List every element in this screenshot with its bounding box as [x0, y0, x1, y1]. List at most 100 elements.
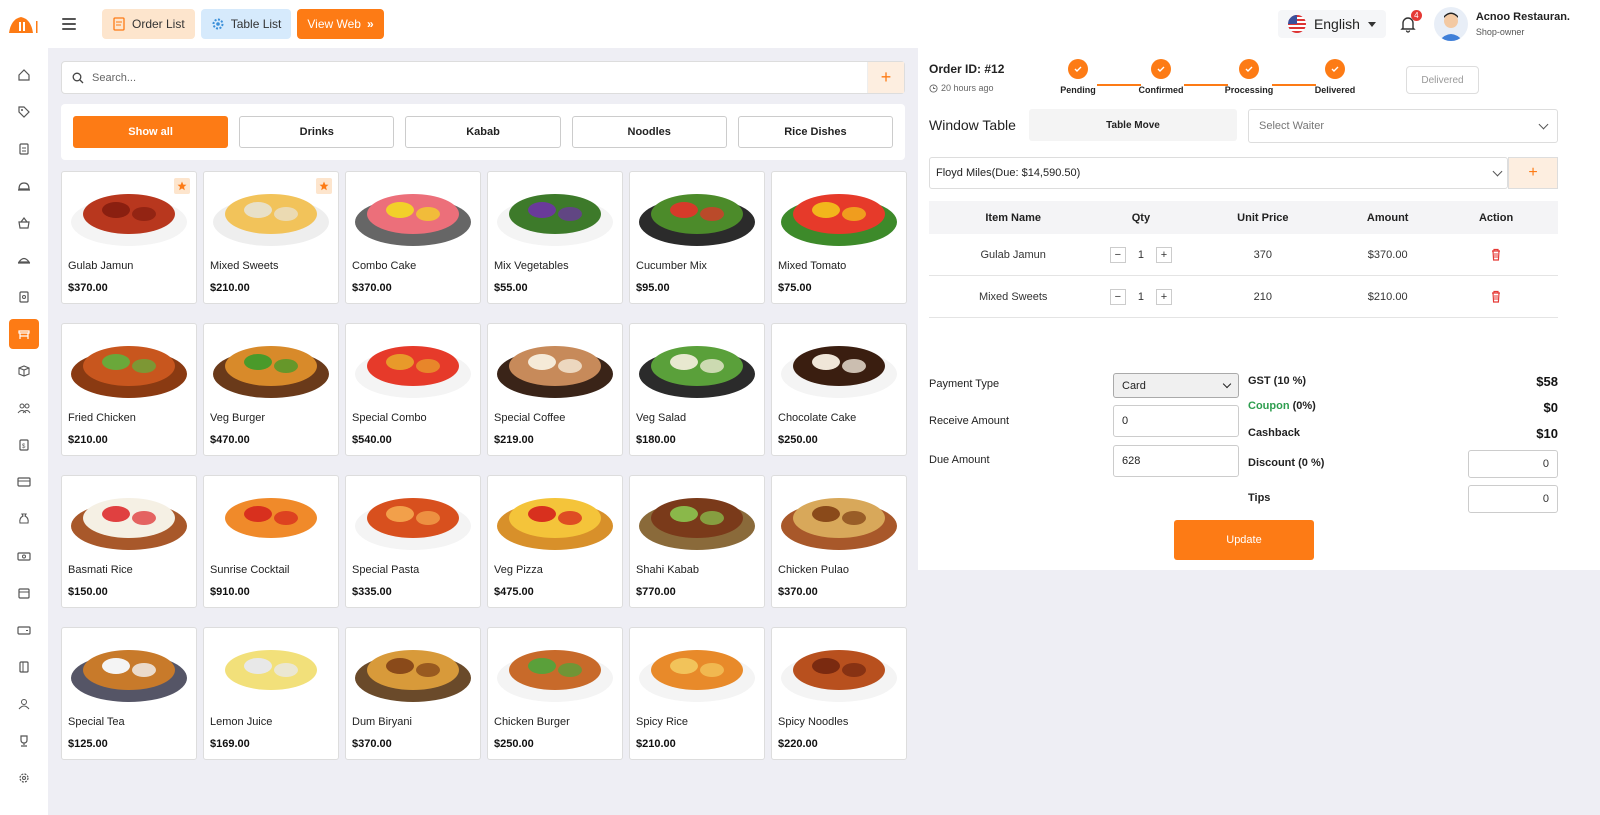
table-list-button[interactable]: Table List [200, 9, 292, 39]
trash-icon[interactable] [1490, 248, 1502, 261]
product-card[interactable]: Special Tea $125.00 [61, 627, 197, 760]
sidebar-item-invoices[interactable]: $ [9, 430, 39, 460]
add-customer-button[interactable]: + [1508, 157, 1558, 189]
receive-amount-input[interactable]: 0 [1113, 405, 1239, 437]
product-card[interactable]: Veg Salad $180.00 [629, 323, 765, 456]
payment-type-select[interactable]: Card [1113, 373, 1239, 398]
sidebar-item-food[interactable] [9, 245, 39, 275]
qty-increase-button[interactable]: + [1155, 246, 1172, 263]
sidebar-item-tags[interactable] [9, 97, 39, 127]
update-button[interactable]: Update [1174, 520, 1314, 560]
product-image [346, 324, 480, 406]
sidebar-item-settings[interactable] [9, 763, 39, 793]
qty-decrease-button[interactable]: − [1109, 246, 1126, 263]
product-card[interactable]: Spicy Rice $210.00 [629, 627, 765, 760]
view-web-button[interactable]: View Web » [297, 9, 384, 39]
sidebar-item-calendar[interactable] [9, 578, 39, 608]
table-move-button[interactable]: Table Move [1029, 109, 1237, 141]
step-label: Confirmed [1138, 85, 1184, 95]
qty-increase-button[interactable]: + [1155, 288, 1172, 305]
store-icon [18, 330, 30, 339]
product-card[interactable]: Mixed Sweets $210.00 [203, 171, 339, 304]
sidebar-item-customers[interactable] [9, 393, 39, 423]
product-card[interactable]: Veg Burger $470.00 [203, 323, 339, 456]
user-profile[interactable]: Acnoo Restauran. Shop-owner [1433, 7, 1570, 41]
menu-toggle-icon[interactable] [62, 13, 84, 35]
order-panel: Order ID: #12 20 hours ago Pending Confi… [918, 48, 1600, 570]
product-card[interactable]: Special Pasta $335.00 [345, 475, 481, 608]
product-card[interactable]: Lemon Juice $169.00 [203, 627, 339, 760]
product-card[interactable]: Chicken Pulao $370.00 [771, 475, 907, 608]
sidebar-item-dashboard[interactable] [9, 60, 39, 90]
product-image [204, 324, 338, 406]
trophy-icon [20, 735, 28, 747]
waiter-select[interactable]: Select Waiter [1248, 109, 1558, 143]
sidebar-item-expenses[interactable] [9, 541, 39, 571]
product-name: Mixed Tomato [778, 260, 847, 272]
sidebar-item-awards[interactable] [9, 726, 39, 756]
order-status-button[interactable]: Delivered [1406, 66, 1479, 94]
sidebar-item-income[interactable] [9, 615, 39, 645]
check-icon [1151, 59, 1171, 79]
product-card[interactable]: Special Combo $540.00 [345, 323, 481, 456]
product-card[interactable]: Veg Pizza $475.00 [487, 475, 623, 608]
sidebar-item-pos[interactable] [9, 319, 39, 349]
due-amount-input[interactable]: 628 [1113, 445, 1239, 477]
product-card[interactable]: Mix Vegetables $55.00 [487, 171, 623, 304]
due-amount-label: Due Amount [929, 454, 990, 466]
gst-value: $58 [1536, 374, 1558, 389]
product-card[interactable]: Chicken Burger $250.00 [487, 627, 623, 760]
dish-icon [17, 257, 31, 264]
language-selector[interactable]: English [1277, 10, 1386, 38]
order-list-button[interactable]: Order List [102, 9, 195, 39]
product-card[interactable]: Gulab Jamun $370.00 [61, 171, 197, 304]
product-card[interactable]: Shahi Kabab $770.00 [629, 475, 765, 608]
qty-stepper: − 1 + [1097, 288, 1184, 305]
product-card[interactable]: Sunrise Cocktail $910.00 [203, 475, 339, 608]
product-card[interactable]: Spicy Noodles $220.00 [771, 627, 907, 760]
product-card[interactable]: Dum Biryani $370.00 [345, 627, 481, 760]
product-card[interactable]: Basmati Rice $150.00 [61, 475, 197, 608]
coupon-link[interactable]: Coupon [1248, 400, 1290, 412]
product-card[interactable]: Combo Cake $370.00 [345, 171, 481, 304]
table-list-label: Table List [230, 17, 282, 31]
product-card[interactable]: Chocolate Cake $250.00 [771, 323, 907, 456]
category-show-all[interactable]: Show all [73, 116, 229, 148]
sidebar-item-reports[interactable] [9, 282, 39, 312]
product-card[interactable]: Cucumber Mix $95.00 [629, 171, 765, 304]
customer-value: Floyd Miles(Due: $14,590.50) [936, 167, 1081, 179]
sidebar-item-products[interactable] [9, 356, 39, 386]
basket-icon [18, 217, 30, 229]
sidebar-item-staff[interactable] [9, 689, 39, 719]
order-table-header: Item Name Qty Unit Price Amount Action [929, 201, 1558, 234]
brand-logo[interactable] [0, 0, 48, 48]
sidebar-item-basket[interactable] [9, 208, 39, 238]
order-id: Order ID: #12 [929, 62, 1005, 76]
discount-input[interactable]: 0 [1468, 450, 1558, 478]
sidebar-item-money[interactable] [9, 504, 39, 534]
add-product-button[interactable]: + [867, 62, 904, 93]
qty-decrease-button[interactable]: − [1109, 288, 1126, 305]
category-kabab[interactable]: Kabab [405, 116, 561, 148]
category-rice-dishes[interactable]: Rice Dishes [737, 116, 894, 148]
receive-amount-label: Receive Amount [929, 415, 1010, 427]
sidebar-item-ledger[interactable] [9, 652, 39, 682]
product-card[interactable]: Special Coffee $219.00 [487, 323, 623, 456]
category-drinks[interactable]: Drinks [239, 116, 395, 148]
product-price: $370.00 [68, 282, 108, 294]
calendar-icon [18, 588, 30, 599]
star-icon[interactable] [316, 178, 332, 194]
tips-input[interactable]: 0 [1468, 485, 1558, 513]
search-input[interactable]: Search... [92, 72, 867, 84]
trash-icon[interactable] [1490, 290, 1502, 303]
sidebar-item-kitchen[interactable] [9, 171, 39, 201]
product-card[interactable]: Fried Chicken $210.00 [61, 323, 197, 456]
sidebar-item-orders[interactable] [9, 134, 39, 164]
product-card[interactable]: Mixed Tomato $75.00 [771, 171, 907, 304]
sidebar-item-payments[interactable] [9, 467, 39, 497]
notification-bell-icon[interactable]: 4 [1396, 10, 1422, 36]
customer-select[interactable]: Floyd Miles(Due: $14,590.50) [929, 157, 1508, 189]
category-noodles[interactable]: Noodles [571, 116, 727, 148]
product-name: Mix Vegetables [494, 260, 569, 272]
star-icon[interactable] [174, 178, 190, 194]
